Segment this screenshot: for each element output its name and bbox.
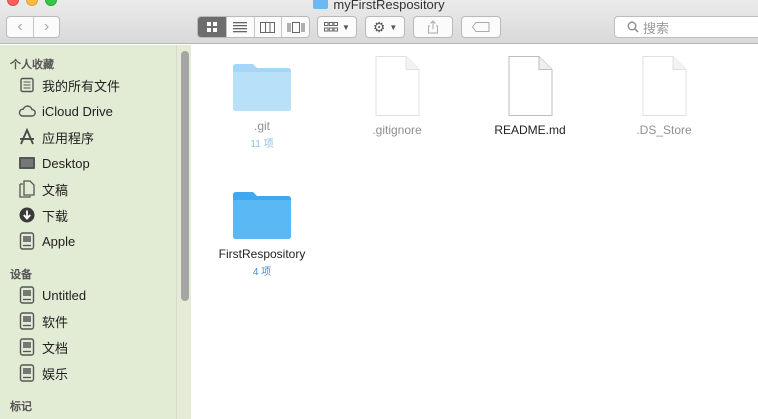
sidebar-item-desktop[interactable]: Desktop — [17, 152, 175, 174]
sidebar-item-label: Apple — [42, 233, 76, 249]
back-button[interactable]: ‹ — [7, 17, 33, 37]
file-browser-area[interactable]: .git 11 项 .gitignore README.md .DS_Store… — [192, 45, 758, 419]
sidebar-item-untitled[interactable]: Untitled — [17, 284, 175, 306]
document-icon — [508, 56, 553, 116]
sidebar-item-docs[interactable]: 文档 — [17, 336, 175, 358]
file-item-ds-store[interactable]: .DS_Store — [604, 55, 724, 137]
file-name: .DS_Store — [636, 123, 692, 137]
chevron-down-icon: ▼ — [342, 22, 350, 32]
file-item-readme[interactable]: README.md — [470, 55, 590, 137]
file-item-gitignore[interactable]: .gitignore — [337, 55, 457, 137]
disk-icon — [17, 286, 37, 304]
coverflow-view-button[interactable] — [281, 17, 309, 37]
toolbar: myFirstRespository ‹ › ▼ ⚙ ▼ 搜索 — [0, 0, 758, 44]
folder-icon — [233, 64, 291, 111]
sidebar-item-software[interactable]: 软件 — [17, 310, 175, 332]
file-name: README.md — [494, 123, 566, 137]
view-mode-switcher — [197, 16, 310, 38]
sidebar-item-label: Untitled — [42, 287, 87, 303]
column-view-button[interactable] — [253, 17, 282, 37]
disk-icon — [17, 312, 37, 330]
sidebar-item-label: 文档 — [42, 340, 69, 356]
sidebar-item-label: 娱乐 — [42, 366, 69, 382]
file-name: .git — [253, 119, 270, 133]
arrange-button[interactable]: ▼ — [317, 16, 357, 38]
share-button[interactable] — [413, 16, 453, 38]
file-name: .gitignore — [372, 123, 422, 137]
columns-icon — [260, 21, 276, 33]
coverflow-icon — [287, 21, 305, 33]
file-item-git[interactable]: .git 11 项 — [202, 59, 322, 150]
sidebar-item-label: 我的所有文件 — [42, 78, 121, 94]
sidebar-item-apple[interactable]: Apple — [17, 230, 175, 252]
sidebar-section-devices: 设备 — [10, 269, 32, 281]
sidebar-scrollbar-thumb[interactable] — [181, 51, 189, 301]
sidebar-item-label: Desktop — [42, 155, 90, 171]
window-title-text: myFirstRespository — [333, 0, 445, 13]
file-item-firstrespository[interactable]: FirstRespository 4 项 — [202, 187, 322, 278]
all-files-icon — [17, 76, 37, 94]
disk-icon — [17, 364, 37, 382]
search-field[interactable]: 搜索 — [614, 16, 758, 38]
sidebar-item-label: 下载 — [42, 208, 69, 224]
tag-button[interactable] — [461, 16, 501, 38]
home-drive-icon — [17, 232, 37, 250]
action-menu-button[interactable]: ⚙ ▼ — [365, 16, 405, 38]
folder-icon — [233, 192, 291, 239]
sidebar-item-label: 软件 — [42, 314, 69, 330]
sidebar-item-all-my-files[interactable]: 我的所有文件 — [17, 74, 175, 96]
sidebar-item-label: 文稿 — [42, 182, 69, 198]
arrange-grid-icon — [324, 21, 339, 31]
sidebar-item-icloud-drive[interactable]: iCloud Drive — [17, 100, 175, 122]
gear-icon: ⚙ — [372, 19, 386, 35]
folder-icon — [313, 0, 329, 10]
navigation-buttons: ‹ › — [6, 16, 60, 38]
tag-icon — [472, 22, 490, 32]
download-icon — [17, 206, 37, 224]
window-title: myFirstRespository — [0, 0, 758, 13]
chevron-right-icon: › — [43, 18, 50, 35]
documents-icon — [17, 180, 37, 198]
cloud-icon — [17, 102, 37, 120]
file-item-count: 4 项 — [252, 267, 272, 278]
disk-icon — [17, 338, 37, 356]
list-view-button[interactable] — [225, 17, 254, 37]
share-icon — [428, 20, 438, 34]
search-icon — [627, 21, 639, 33]
chevron-left-icon: ‹ — [17, 18, 23, 35]
search-placeholder: 搜索 — [643, 20, 670, 36]
sidebar-item-downloads[interactable]: 下载 — [17, 204, 175, 226]
sidebar-item-label: iCloud Drive — [42, 103, 113, 119]
grid-icon — [206, 22, 217, 32]
forward-button[interactable]: › — [32, 17, 59, 37]
file-name: FirstRespository — [218, 247, 306, 261]
sidebar-section-favorites: 个人收藏 — [10, 59, 54, 71]
chevron-down-icon: ▼ — [389, 22, 398, 32]
desktop-icon — [17, 154, 37, 172]
sidebar-section-tags: 标记 — [10, 401, 32, 413]
sidebar-item-entertainment[interactable]: 娱乐 — [17, 362, 175, 384]
sidebar-item-applications[interactable]: 应用程序 — [17, 126, 175, 148]
icon-view-button[interactable] — [198, 17, 226, 37]
document-icon — [375, 56, 420, 116]
document-icon — [642, 56, 687, 116]
sidebar-item-documents[interactable]: 文稿 — [17, 178, 175, 200]
applications-icon — [17, 128, 37, 146]
list-icon — [233, 22, 248, 33]
sidebar-item-label: 应用程序 — [42, 130, 95, 146]
file-item-count: 11 项 — [250, 139, 274, 150]
